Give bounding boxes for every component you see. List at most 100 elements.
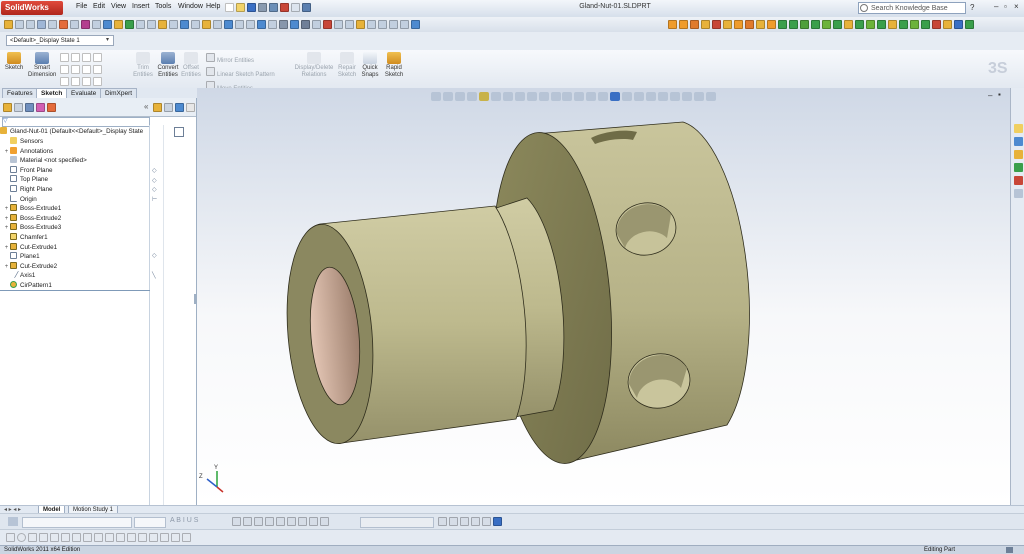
bold-button-icon[interactable]: B: [176, 517, 181, 524]
plane-tool-icon[interactable]: [213, 20, 222, 29]
align-right-icon[interactable]: [254, 517, 263, 526]
feature-tool-4-icon[interactable]: [701, 20, 710, 29]
measure-icon[interactable]: [103, 20, 112, 29]
feature-tool-2-icon[interactable]: [679, 20, 688, 29]
help-icon[interactable]: ?: [970, 3, 974, 12]
layer-icon[interactable]: [8, 517, 18, 526]
scene-icon[interactable]: [334, 20, 343, 29]
rectangle-tool-icon[interactable]: [26, 20, 35, 29]
save-icon[interactable]: [247, 3, 256, 12]
pan-icon[interactable]: [268, 20, 277, 29]
tree-item-top-plane[interactable]: Top Plane: [3, 175, 153, 185]
trim-bottom-icon[interactable]: [160, 533, 169, 542]
line-tool-icon[interactable]: [15, 20, 24, 29]
chamfer-tool-icon[interactable]: [147, 20, 156, 29]
feature-tool-15-icon[interactable]: [822, 20, 831, 29]
smart-dimension-button[interactable]: Smart Dimension: [28, 52, 56, 79]
revolve-tool-icon[interactable]: [125, 20, 134, 29]
feature-tool-13-icon[interactable]: [800, 20, 809, 29]
feature-tool-7-icon[interactable]: [734, 20, 743, 29]
fillet-bottom-icon[interactable]: [116, 533, 125, 542]
custom-properties-icon[interactable]: [1014, 189, 1023, 198]
display-delete-relations-button[interactable]: Display/Delete Relations: [294, 52, 334, 79]
rotate-icon[interactable]: [257, 20, 266, 29]
tree-item-sensors[interactable]: Sensors: [3, 137, 153, 147]
visibility-icon[interactable]: ◇: [152, 186, 157, 196]
slot-icon[interactable]: [60, 77, 69, 86]
tree-item-origin[interactable]: Origin: [3, 194, 153, 205]
close-icon[interactable]: ×: [1014, 2, 1019, 11]
tree-item-boss-extrude1[interactable]: + Boss-Extrude1: [3, 204, 153, 214]
display-state-select[interactable]: <Default>_Display State 1: [6, 35, 114, 46]
centerline-icon[interactable]: [93, 77, 102, 86]
pattern-tool-icon[interactable]: [191, 20, 200, 29]
feature-tool-22-icon[interactable]: [899, 20, 908, 29]
bold-icon[interactable]: A: [170, 517, 174, 524]
tree-item-boss-extrude3[interactable]: + Boss-Extrude3: [3, 223, 153, 233]
mirror-entities-button[interactable]: Mirror Entities: [206, 53, 275, 67]
solidworks-logo[interactable]: SolidWorks: [1, 1, 63, 15]
zoom-fit-icon[interactable]: [235, 20, 244, 29]
tree-item-boss-extrude2[interactable]: + Boss-Extrude2: [3, 213, 153, 224]
chevron-down-icon[interactable]: ▾: [106, 36, 109, 43]
sketch-tool-icon[interactable]: [4, 20, 13, 29]
visibility-icon[interactable]: ⊢: [152, 196, 157, 206]
style-select[interactable]: [360, 517, 434, 528]
appearance-icon[interactable]: [323, 20, 332, 29]
feature-tool-16-icon[interactable]: [833, 20, 842, 29]
feature-tool-26-icon[interactable]: [943, 20, 952, 29]
feature-tool-11-icon[interactable]: [778, 20, 787, 29]
tree-filter-input[interactable]: [2, 117, 150, 127]
tab-evaluate[interactable]: Evaluate: [66, 88, 102, 98]
tree-item-chamfer1[interactable]: Chamfer1: [3, 233, 153, 243]
rapid-sketch-button[interactable]: Rapid Sketch: [383, 52, 405, 79]
view-palette-icon[interactable]: [1014, 163, 1023, 172]
open-folder-icon[interactable]: [236, 3, 245, 12]
extrude-tool-icon[interactable]: [114, 20, 123, 29]
offset-bottom-icon[interactable]: [138, 533, 147, 542]
layer-properties-icon[interactable]: [493, 517, 502, 526]
tree-item-front-plane[interactable]: Front Plane: [3, 165, 153, 176]
ellipse-bottom-icon[interactable]: [50, 533, 59, 542]
feature-tool-1-icon[interactable]: [668, 20, 677, 29]
file-explorer-icon[interactable]: [1014, 150, 1023, 159]
italic-icon[interactable]: I: [183, 517, 185, 524]
mirror-bottom-icon[interactable]: [182, 533, 191, 542]
pin-icon[interactable]: [153, 103, 162, 112]
curvature-icon[interactable]: [389, 20, 398, 29]
part-model[interactable]: Y Z: [197, 88, 1010, 505]
circle-icon[interactable]: [71, 53, 80, 62]
sketch-button[interactable]: Sketch: [4, 52, 24, 72]
tree-item-material[interactable]: Material <not specified>: [3, 156, 153, 166]
circle-tool-icon[interactable]: [37, 20, 46, 29]
extend-bottom-icon[interactable]: [171, 533, 180, 542]
panel-display-icon[interactable]: [175, 103, 184, 112]
zebra-icon[interactable]: [400, 20, 409, 29]
display-pane-toggle[interactable]: [174, 127, 184, 137]
strikethrough-icon[interactable]: S: [194, 517, 199, 524]
feature-tool-23-icon[interactable]: [910, 20, 919, 29]
appearances-icon[interactable]: [1014, 176, 1023, 185]
draft-analysis-icon[interactable]: [411, 20, 420, 29]
tree-item-cut-extrude1[interactable]: + Cut-Extrude1: [3, 242, 153, 253]
axis-tool-icon[interactable]: [224, 20, 233, 29]
line-bottom-icon[interactable]: [6, 533, 15, 542]
shell-tool-icon[interactable]: [158, 20, 167, 29]
status-help-icon[interactable]: [1006, 547, 1013, 553]
feature-tool-5-icon[interactable]: [712, 20, 721, 29]
chamfer-bottom-icon[interactable]: [127, 533, 136, 542]
design-library-icon[interactable]: [1014, 137, 1023, 146]
property-manager-tab-icon[interactable]: [14, 103, 23, 112]
feature-tool-12-icon[interactable]: [789, 20, 798, 29]
visibility-icon[interactable]: ╲: [152, 272, 156, 279]
outdent-icon[interactable]: [287, 517, 296, 526]
spline-bottom-icon[interactable]: [61, 533, 70, 542]
menu-tools[interactable]: Tools: [155, 3, 171, 10]
tab-scroll-arrows[interactable]: ◂ ▸ ◂ ▸: [4, 506, 21, 513]
rebuild-icon[interactable]: [280, 3, 289, 12]
underline-icon[interactable]: U: [187, 517, 192, 524]
resources-icon[interactable]: [1014, 124, 1023, 133]
circle-bottom-icon[interactable]: [17, 533, 26, 542]
relation-icon[interactable]: [59, 20, 68, 29]
search-input[interactable]: Search Knowledge Base: [858, 2, 966, 14]
